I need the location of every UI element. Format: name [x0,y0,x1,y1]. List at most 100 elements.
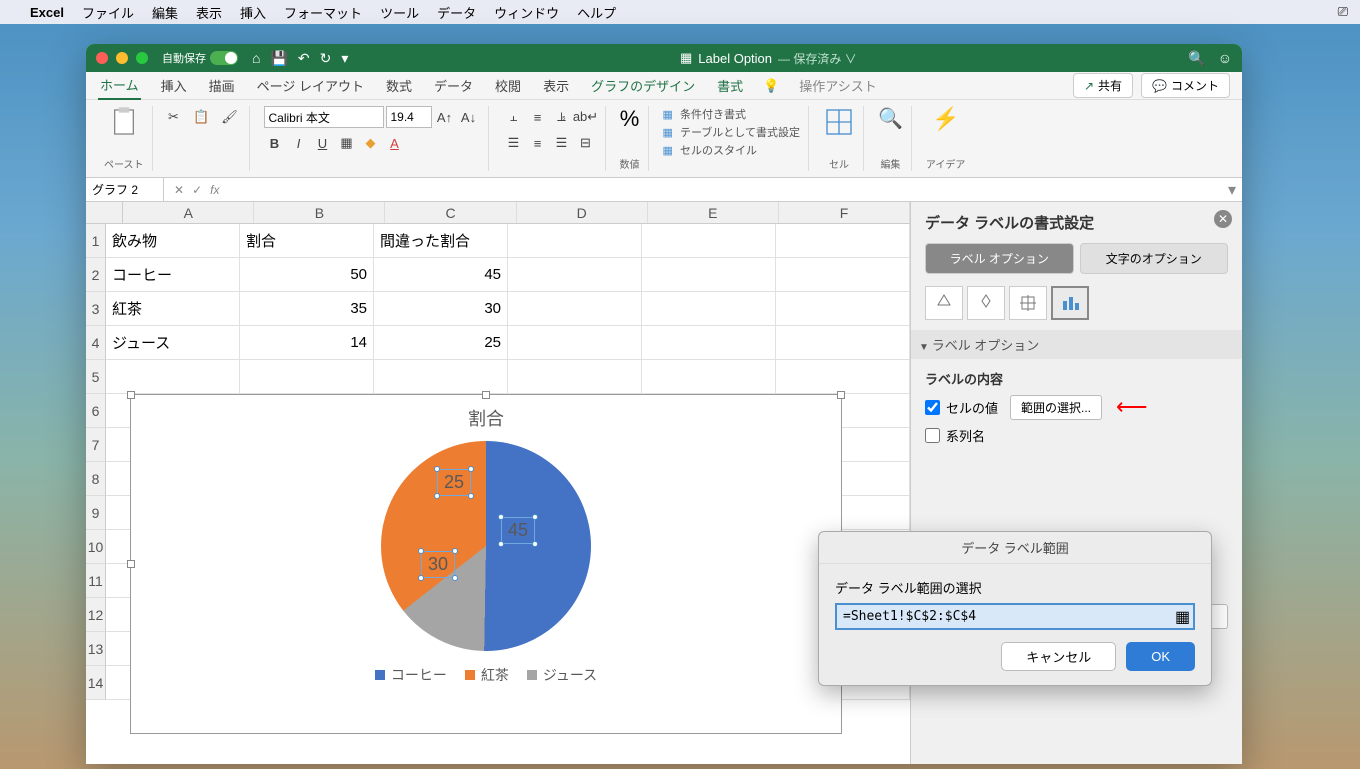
undo-icon[interactable]: ↶ [298,50,310,67]
label-options-icon[interactable] [1051,286,1089,320]
cell[interactable] [374,360,508,393]
fx-icon[interactable]: fx [210,183,219,197]
bold-button[interactable]: B [264,132,286,154]
row-header[interactable]: 13 [86,632,106,666]
menu-edit[interactable]: 編集 [152,3,178,22]
conditional-format-button[interactable]: ▦ 条件付き書式 [663,106,800,122]
align-bottom-icon[interactable]: ⫡ [551,106,573,128]
search-icon[interactable]: 🔍 [1188,50,1205,67]
series-name-checkbox[interactable] [925,428,940,443]
italic-button[interactable]: I [288,132,310,154]
cell[interactable] [642,292,776,325]
data-label[interactable]: 25 [437,469,471,496]
cell[interactable] [776,258,910,291]
editing-group[interactable]: 🔍 [878,106,903,131]
cell[interactable]: 間違った割合 [374,224,508,257]
cell[interactable] [642,360,776,393]
ideas-button[interactable]: ⚡ [932,106,959,132]
menu-file[interactable]: ファイル [82,3,134,22]
menu-format[interactable]: フォーマット [284,3,362,22]
text-options-tab[interactable]: 文字のオプション [1080,243,1229,274]
menu-data[interactable]: データ [437,3,476,22]
row-header[interactable]: 4 [86,326,106,360]
save-icon[interactable]: 💾 [270,50,287,67]
tell-me[interactable]: 操作アシスト [797,72,878,99]
zoom-window-button[interactable] [136,52,148,64]
border-button[interactable]: ▦ [336,132,358,154]
fill-line-icon[interactable] [925,286,963,320]
menu-insert[interactable]: 挿入 [240,3,266,22]
cell[interactable] [776,326,910,359]
col-header[interactable]: B [254,202,385,223]
decrease-font-icon[interactable]: A↓ [458,106,480,128]
spreadsheet-grid[interactable]: A B C D E F 1234567891011121314 飲み物割合間違っ… [86,202,910,764]
cell[interactable]: 14 [240,326,374,359]
select-all-corner[interactable] [86,202,123,223]
tab-view[interactable]: 表示 [541,72,571,99]
menu-tools[interactable]: ツール [380,3,419,22]
chart-legend[interactable]: コーヒー 紅茶 ジュース [131,665,841,685]
cell[interactable] [776,224,910,257]
row-header[interactable]: 6 [86,394,106,428]
row-header[interactable]: 12 [86,598,106,632]
merge-icon[interactable]: ⊟ [575,132,597,154]
tab-review[interactable]: 校閲 [493,72,523,99]
cell[interactable] [106,360,240,393]
number-format[interactable]: % [620,106,640,132]
cell[interactable]: 30 [374,292,508,325]
tab-draw[interactable]: 描画 [207,72,237,99]
cell[interactable] [508,326,642,359]
cells-group[interactable] [823,106,855,138]
cell[interactable]: 50 [240,258,374,291]
redo-icon[interactable]: ↻ [320,50,332,67]
close-window-button[interactable] [96,52,108,64]
tab-format[interactable]: 書式 [715,72,745,99]
tab-data[interactable]: データ [432,72,475,99]
formula-input[interactable] [229,182,1222,197]
label-options-tab[interactable]: ラベル オプション [925,243,1074,274]
expand-formula-icon[interactable]: ▾ [1222,180,1242,200]
data-label[interactable]: 45 [501,517,535,544]
tab-formulas[interactable]: 数式 [384,72,414,99]
cell[interactable]: 25 [374,326,508,359]
chart-title[interactable]: 割合 [131,395,841,441]
font-name-select[interactable] [264,106,384,128]
copy-icon[interactable]: 📋 [191,106,213,128]
qat-more-icon[interactable]: ▾ [341,50,348,67]
airplay-icon[interactable]: ⎚ [1338,4,1348,20]
align-middle-icon[interactable]: ≡ [527,106,549,128]
menu-window[interactable]: ウィンドウ [494,3,559,22]
cell[interactable] [642,326,776,359]
select-range-button[interactable]: 範囲の選択... [1010,395,1102,420]
col-header[interactable]: D [517,202,648,223]
row-header[interactable]: 14 [86,666,106,700]
col-header[interactable]: A [123,202,254,223]
row-header[interactable]: 7 [86,428,106,462]
font-color-button[interactable]: A [384,132,406,154]
row-header[interactable]: 2 [86,258,106,292]
col-header[interactable]: E [648,202,779,223]
cell[interactable] [776,292,910,325]
align-top-icon[interactable]: ⫠ [503,106,525,128]
account-icon[interactable]: ☺ [1218,50,1232,67]
cell[interactable]: 紅茶 [106,292,240,325]
cell[interactable] [776,360,910,393]
menu-view[interactable]: 表示 [196,3,222,22]
menu-help[interactable]: ヘルプ [577,3,616,22]
fill-color-button[interactable]: ◆ [360,132,382,154]
tab-insert[interactable]: 挿入 [159,72,189,99]
col-header[interactable]: C [385,202,516,223]
collapse-dialog-icon[interactable]: ▦ [1175,607,1191,623]
cell[interactable] [642,258,776,291]
minimize-window-button[interactable] [116,52,128,64]
tab-chart-design[interactable]: グラフのデザイン [589,72,697,99]
cell[interactable] [240,360,374,393]
pie-plot-area[interactable]: 45 30 25 [381,441,591,651]
align-right-icon[interactable]: ☰ [551,132,573,154]
size-props-icon[interactable] [1009,286,1047,320]
data-label[interactable]: 30 [421,551,455,578]
underline-button[interactable]: U [312,132,334,154]
enter-formula-icon[interactable]: ✓ [192,183,202,197]
effects-icon[interactable] [967,286,1005,320]
align-center-icon[interactable]: ≡ [527,132,549,154]
